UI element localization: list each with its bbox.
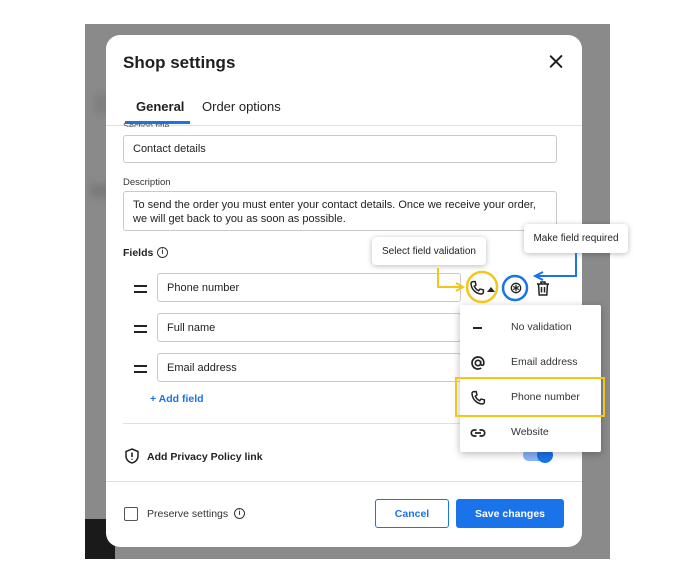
menu-item-label: No validation <box>511 321 572 333</box>
section-title-label: Section title <box>123 122 170 127</box>
field-row-input[interactable]: Full name <box>157 313 461 342</box>
menu-item-no-validation[interactable]: No validation <box>460 310 601 345</box>
menu-item-phone-number[interactable]: Phone number <box>460 380 601 415</box>
drag-handle-icon[interactable] <box>134 365 147 373</box>
add-field-button[interactable]: + Add field <box>150 393 204 405</box>
drag-handle-icon[interactable] <box>134 285 147 293</box>
privacy-policy-label: Add Privacy Policy link <box>147 451 263 463</box>
link-icon <box>470 429 486 437</box>
close-icon[interactable] <box>546 52 566 72</box>
make-field-required-tooltip: Make field required <box>524 224 628 253</box>
preserve-settings-label: Preserve settings <box>147 508 229 520</box>
menu-item-email-address[interactable]: Email address <box>460 345 601 380</box>
shield-icon <box>125 448 139 464</box>
dialog-title: Shop settings <box>123 53 236 72</box>
trash-icon[interactable] <box>536 281 550 296</box>
caret-up-icon[interactable] <box>487 286 495 292</box>
fields-label: Fields <box>123 247 154 259</box>
info-icon[interactable]: i <box>234 508 245 519</box>
shop-settings-dialog: Shop settings General Order options Sect… <box>106 35 582 547</box>
footer-divider <box>106 481 582 482</box>
preserve-settings-checkbox[interactable] <box>124 507 138 521</box>
menu-item-website[interactable]: Website <box>460 415 601 450</box>
field-row-input[interactable]: Phone number <box>157 273 461 302</box>
drag-handle-icon[interactable] <box>134 325 147 333</box>
at-icon <box>471 356 485 370</box>
save-changes-button[interactable]: Save changes <box>456 499 564 528</box>
menu-item-label: Website <box>511 426 549 438</box>
tab-divider <box>106 125 582 126</box>
menu-item-label: Phone number <box>511 391 580 403</box>
validation-menu: No validation Email address Phone number… <box>460 305 601 452</box>
field-row-input[interactable]: Email address <box>157 353 461 382</box>
menu-item-label: Email address <box>511 356 578 368</box>
description-label: Description <box>123 177 171 188</box>
section-title-input[interactable]: Contact details <box>123 135 557 163</box>
info-icon[interactable]: i <box>157 247 168 258</box>
description-textarea[interactable]: To send the order you must enter your co… <box>123 191 557 231</box>
cancel-button[interactable]: Cancel <box>375 499 449 528</box>
phone-icon[interactable] <box>468 279 486 297</box>
dash-icon <box>473 327 482 329</box>
select-field-validation-tooltip: Select field validation <box>372 237 486 265</box>
asterisk-icon[interactable] <box>508 280 524 296</box>
tab-general[interactable]: General <box>136 99 184 114</box>
phone-icon <box>471 390 486 405</box>
tab-order-options[interactable]: Order options <box>202 99 281 114</box>
